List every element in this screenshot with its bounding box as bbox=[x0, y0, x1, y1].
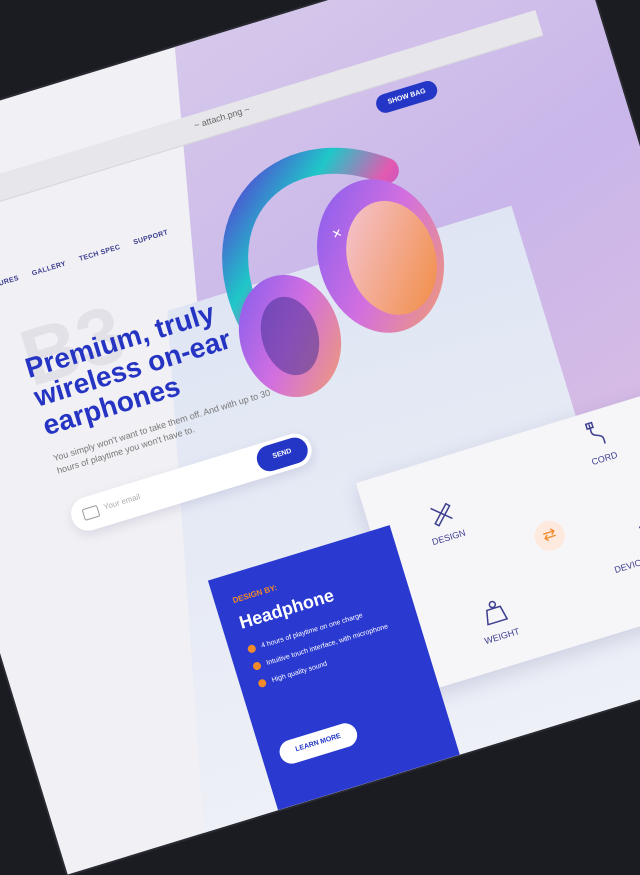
hand-touch-icon bbox=[638, 523, 640, 529]
feature-device-controls-label: DEVICE CONTROLS bbox=[613, 540, 640, 576]
swap-icon[interactable]: ⇄ bbox=[531, 517, 569, 555]
main-nav: FEATURES GALLERY TECH SPEC SUPPORT bbox=[0, 229, 169, 293]
browser-screen: ~ attach.png ~ FEATURES GALLERY TECH SPE… bbox=[0, 0, 640, 875]
promo-bullet-text: High quality sound bbox=[270, 660, 328, 684]
check-icon bbox=[252, 661, 263, 672]
learn-more-button[interactable]: LEARN MORE bbox=[276, 720, 361, 767]
nav-item-support[interactable]: SUPPORT bbox=[133, 229, 169, 246]
email-input[interactable]: Your email bbox=[103, 492, 142, 512]
feature-weight[interactable]: WEIGHT bbox=[438, 583, 556, 657]
weight-icon bbox=[486, 600, 509, 626]
check-icon bbox=[246, 643, 257, 654]
cord-icon bbox=[584, 421, 606, 444]
feature-design[interactable]: DESIGN bbox=[385, 484, 503, 558]
promo-kicker: DESIGN BY: bbox=[231, 582, 279, 606]
feature-design-label: DESIGN bbox=[430, 527, 467, 548]
nav-item-features[interactable]: FEATURES bbox=[0, 275, 20, 293]
mail-icon bbox=[81, 504, 101, 521]
nav-item-gallery[interactable]: GALLERY bbox=[31, 260, 67, 277]
check-icon bbox=[257, 678, 268, 689]
nav-item-tech-spec[interactable]: TECH SPEC bbox=[78, 244, 121, 263]
pencil-ruler-icon bbox=[430, 502, 453, 527]
feature-cord-label: CORD bbox=[590, 449, 619, 468]
feature-device-controls[interactable]: DEVICE CONTROLS bbox=[582, 501, 640, 581]
feature-weight-label: WEIGHT bbox=[483, 626, 521, 647]
